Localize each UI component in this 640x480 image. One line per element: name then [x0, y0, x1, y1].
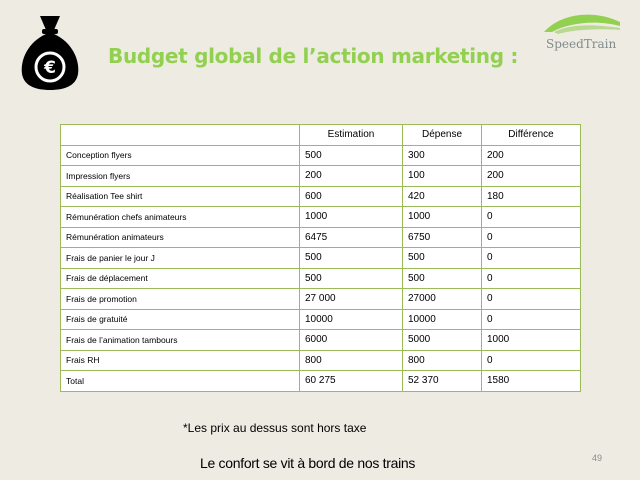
- table-row: Réalisation Tee shirt 600 420 180: [60, 185, 581, 207]
- cell-estimation: 600: [299, 185, 403, 207]
- row-label: Frais de promotion: [60, 288, 300, 310]
- cell-estimation: 800: [299, 349, 403, 371]
- cell-estimation: 500: [299, 144, 403, 166]
- footer-slogan: Le confort se vit à bord de nos trains: [200, 455, 416, 471]
- cell-difference: 0: [481, 349, 581, 371]
- budget-table: Estimation Dépense Différence Conception…: [60, 124, 581, 392]
- cell-difference: 0: [481, 247, 581, 269]
- column-header-estimation: Estimation: [299, 124, 403, 146]
- cell-depense: 10000: [402, 308, 482, 330]
- column-header-depense: Dépense: [402, 124, 482, 146]
- cell-depense: 6750: [402, 226, 482, 248]
- row-label: Impression flyers: [60, 165, 300, 187]
- cell-depense: 800: [402, 349, 482, 371]
- table-row: Frais de gratuité 10000 10000 0: [60, 308, 581, 330]
- cell-estimation: 6000: [299, 329, 403, 351]
- table-header-row: Estimation Dépense Différence: [60, 124, 581, 146]
- cell-estimation: 500: [299, 247, 403, 269]
- cell-depense: 500: [402, 267, 482, 289]
- svg-text:€: €: [43, 58, 56, 78]
- cell-depense: 300: [402, 144, 482, 166]
- cell-estimation: 500: [299, 267, 403, 289]
- cell-estimation: 60 275: [299, 370, 403, 392]
- cell-difference: 0: [481, 206, 581, 228]
- cell-difference: 0: [481, 308, 581, 330]
- row-label: Total: [60, 370, 300, 392]
- row-label: Frais de panier le jour J: [60, 247, 300, 269]
- cell-difference: 200: [481, 144, 581, 166]
- row-label: Conception flyers: [60, 144, 300, 166]
- column-header-label: [60, 124, 300, 146]
- cell-difference: 200: [481, 165, 581, 187]
- cell-difference: 1000: [481, 329, 581, 351]
- speedtrain-logo: SpeedTrain: [540, 8, 626, 54]
- cell-difference: 1580: [481, 370, 581, 392]
- table-row: Frais de déplacement 500 500 0: [60, 267, 581, 289]
- cell-difference: 0: [481, 267, 581, 289]
- cell-depense: 420: [402, 185, 482, 207]
- table-row: Frais de promotion 27 000 27000 0: [60, 288, 581, 310]
- row-label: Frais de l’animation tambours: [60, 329, 300, 351]
- table-row: Frais de panier le jour J 500 500 0: [60, 247, 581, 269]
- page-number: 49: [592, 453, 603, 463]
- table-row-total: Total 60 275 52 370 1580: [60, 370, 581, 392]
- cell-depense: 100: [402, 165, 482, 187]
- tax-note: *Les prix au dessus sont hors taxe: [183, 421, 367, 435]
- cell-depense: 1000: [402, 206, 482, 228]
- cell-estimation: 27 000: [299, 288, 403, 310]
- page-title: Budget global de l’action marketing :: [108, 44, 519, 68]
- table-row: Frais RH 800 800 0: [60, 349, 581, 371]
- cell-estimation: 1000: [299, 206, 403, 228]
- row-label: Frais RH: [60, 349, 300, 371]
- table-row: Rémunération chefs animateurs 1000 1000 …: [60, 206, 581, 228]
- column-header-difference: Différence: [481, 124, 581, 146]
- row-label: Frais de déplacement: [60, 267, 300, 289]
- table-row: Conception flyers 500 300 200: [60, 144, 581, 166]
- logo-text: SpeedTrain: [546, 37, 617, 51]
- cell-estimation: 200: [299, 165, 403, 187]
- row-label: Frais de gratuité: [60, 308, 300, 330]
- cell-difference: 0: [481, 288, 581, 310]
- cell-depense: 500: [402, 247, 482, 269]
- cell-difference: 180: [481, 185, 581, 207]
- cell-estimation: 10000: [299, 308, 403, 330]
- cell-estimation: 6475: [299, 226, 403, 248]
- table-row: Rémunération animateurs 6475 6750 0: [60, 226, 581, 248]
- row-label: Rémunération animateurs: [60, 226, 300, 248]
- table-row: Frais de l’animation tambours 6000 5000 …: [60, 329, 581, 351]
- row-label: Réalisation Tee shirt: [60, 185, 300, 207]
- cell-depense: 52 370: [402, 370, 482, 392]
- table-row: Impression flyers 200 100 200: [60, 165, 581, 187]
- cell-depense: 5000: [402, 329, 482, 351]
- cell-depense: 27000: [402, 288, 482, 310]
- money-bag-euro-icon: €: [18, 12, 82, 92]
- row-label: Rémunération chefs animateurs: [60, 206, 300, 228]
- cell-difference: 0: [481, 226, 581, 248]
